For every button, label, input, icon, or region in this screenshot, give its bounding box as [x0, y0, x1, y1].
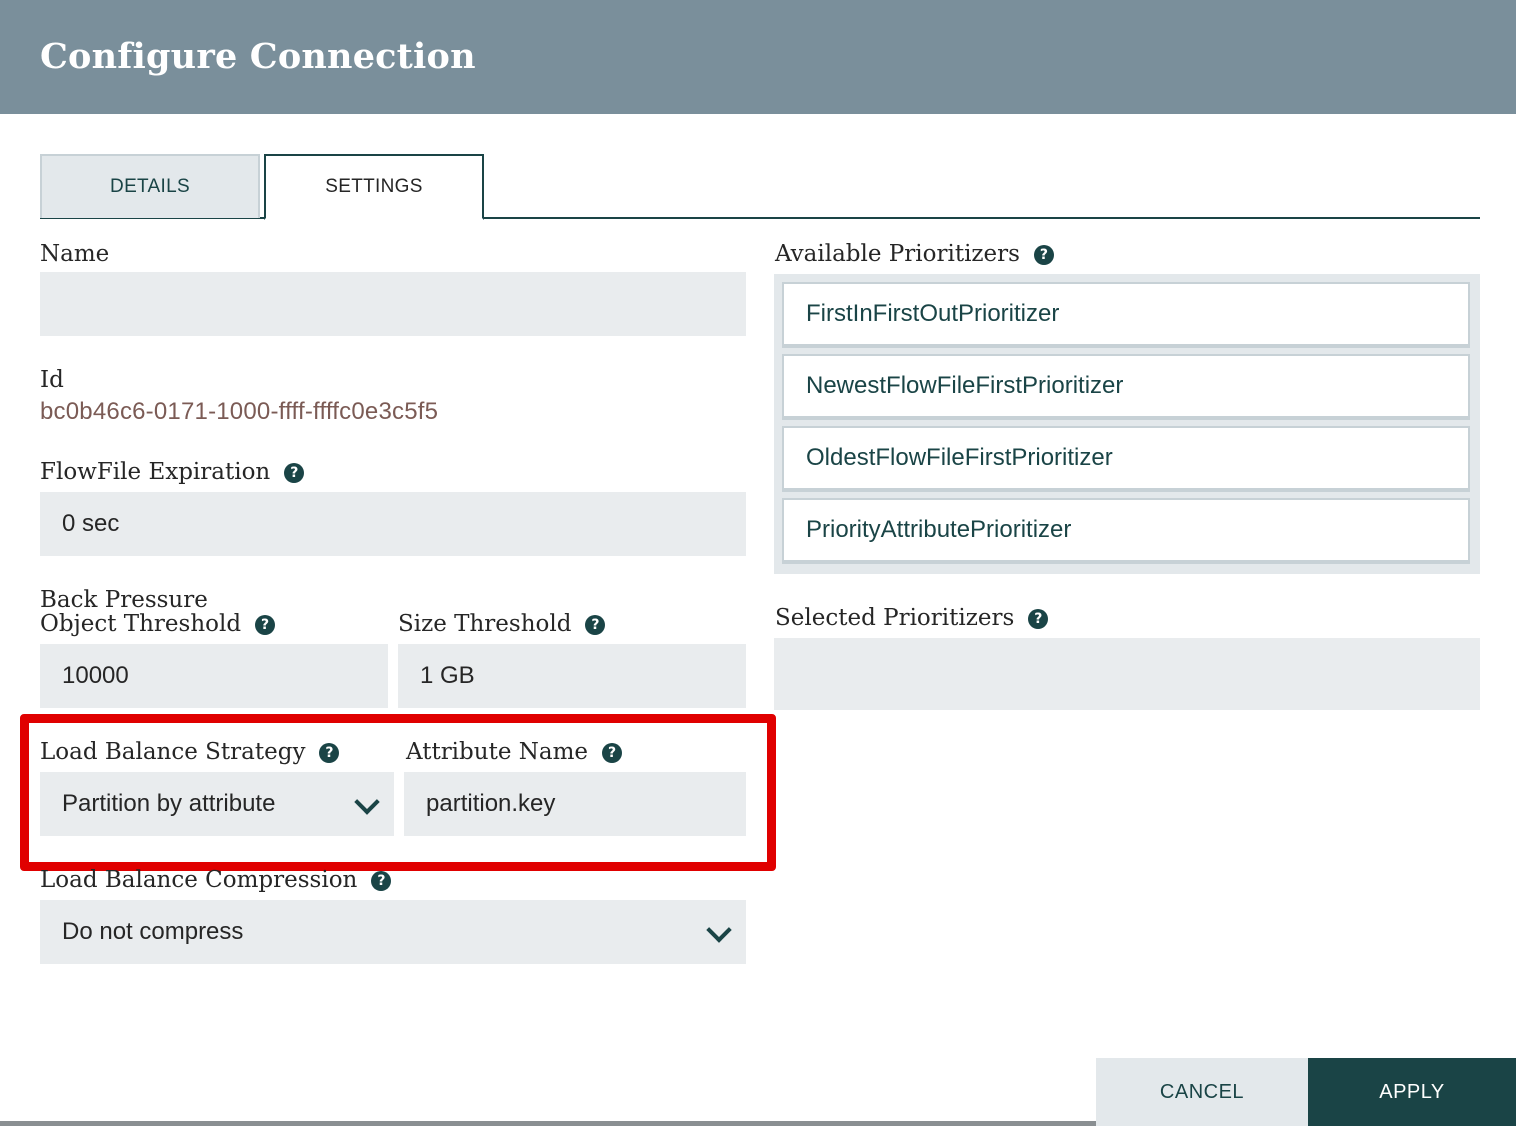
expiration-label-text: FlowFile Expiration	[40, 459, 271, 485]
footer-edge	[0, 1121, 1096, 1126]
size-threshold-label-text: Size Threshold	[398, 611, 572, 637]
lb-compression-value: Do not compress	[62, 918, 244, 945]
apply-button[interactable]: APPLY	[1308, 1058, 1516, 1126]
tab-details[interactable]: DETAILS	[40, 154, 260, 218]
back-pressure-label: Back Pressure	[40, 587, 208, 613]
help-icon[interactable]: ?	[585, 615, 606, 635]
prioritizer-item[interactable]: FirstInFirstOutPrioritizer	[782, 282, 1470, 348]
prioritizer-item[interactable]: OldestFlowFileFirstPrioritizer	[782, 426, 1470, 492]
tab-settings[interactable]: SETTINGS	[264, 154, 484, 220]
object-threshold-label-text: Object Threshold	[40, 611, 242, 637]
prioritizer-item[interactable]: PriorityAttributePrioritizer	[782, 498, 1470, 564]
selected-prioritizers-list[interactable]	[774, 638, 1480, 710]
expiration-input[interactable]: 0 sec	[40, 492, 746, 556]
chevron-down-icon	[706, 917, 732, 943]
id-value: bc0b46c6-0171-1000-ffff-ffffc0e3c5f5	[40, 398, 439, 425]
help-icon[interactable]: ?	[255, 615, 276, 635]
dialog-title: Configure Connection	[40, 36, 476, 77]
help-icon[interactable]: ?	[1033, 245, 1054, 265]
cancel-button[interactable]: CANCEL	[1096, 1058, 1308, 1126]
object-threshold-input[interactable]: 10000	[40, 644, 388, 708]
expiration-label: FlowFile Expiration?	[40, 459, 305, 485]
size-threshold-label: Size Threshold?	[398, 611, 606, 637]
object-threshold-label: Object Threshold?	[40, 611, 276, 637]
available-prioritizers-label-text: Available Prioritizers	[775, 241, 1020, 267]
lb-compression-label: Load Balance Compression?	[40, 867, 392, 893]
dialog-header: Configure Connection	[0, 0, 1516, 114]
help-icon[interactable]: ?	[371, 871, 392, 891]
highlight-box	[20, 714, 776, 871]
help-icon[interactable]: ?	[284, 463, 305, 483]
id-label: Id	[40, 367, 64, 393]
selected-prioritizers-label: Selected Prioritizers?	[775, 605, 1049, 631]
size-threshold-input[interactable]: 1 GB	[398, 644, 746, 708]
name-input[interactable]	[40, 272, 746, 336]
lb-compression-select[interactable]: Do not compress	[40, 900, 746, 964]
selected-prioritizers-label-text: Selected Prioritizers	[775, 605, 1015, 631]
available-prioritizers-list: FirstInFirstOutPrioritizer NewestFlowFil…	[774, 274, 1480, 574]
available-prioritizers-label: Available Prioritizers?	[775, 242, 1054, 266]
name-label: Name	[40, 241, 110, 267]
lb-compression-label-text: Load Balance Compression	[40, 867, 358, 893]
help-icon[interactable]: ?	[1028, 609, 1049, 629]
prioritizer-item[interactable]: NewestFlowFileFirstPrioritizer	[782, 354, 1470, 420]
